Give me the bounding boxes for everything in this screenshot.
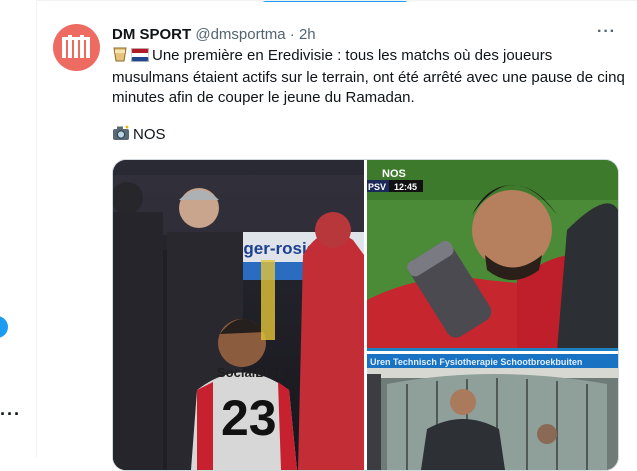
tweet-time[interactable]: 2h xyxy=(299,26,316,43)
camera-flash-emoji-icon xyxy=(112,125,130,147)
left-sidebar-edge: ··· xyxy=(0,0,37,457)
scoreboard-clock-text: 12:45 xyxy=(394,182,417,192)
photo-bench: Uren Technisch Fysiotherapie Schootbroek… xyxy=(367,354,618,470)
account-avatar-edge[interactable] xyxy=(0,316,8,338)
drink-emoji-icon xyxy=(112,46,128,68)
author-avatar[interactable] xyxy=(53,24,100,71)
tweet[interactable]: DM SPORT @dmsportma · 2h ··· Une premièr… xyxy=(37,0,637,471)
tweet-header: DM SPORT @dmsportma · 2h xyxy=(112,25,316,45)
media-image-player-drinking[interactable]: NOS PSV 12:45 xyxy=(367,160,618,351)
bench-banner-text: Uren Technisch Fysiotherapie Schootbroek… xyxy=(370,357,582,367)
tweet-text: Une première en Eredivisie : tous les ma… xyxy=(112,46,632,108)
media-grid: nger-rosie SocialBlox 23 NOS PSV 12:45 U… xyxy=(112,159,619,471)
account-more-icon[interactable]: ··· xyxy=(0,405,21,423)
photo-player-walking: nger-rosie SocialBlox 23 xyxy=(113,160,364,470)
separator-dot: · xyxy=(289,26,295,43)
media-image-bench[interactable]: Uren Technisch Fysiotherapie Schootbroek… xyxy=(367,354,618,470)
tweet-source-line: NOS xyxy=(112,125,166,147)
tweet-body: Une première en Eredivisie : tous les ma… xyxy=(112,47,625,106)
photo-player-drinking: NOS PSV 12:45 xyxy=(367,160,618,351)
media-image-player-walking[interactable]: nger-rosie SocialBlox 23 xyxy=(113,160,364,470)
scoreboard-team-text: PSV xyxy=(368,182,386,192)
author-name[interactable]: DM SPORT xyxy=(112,26,191,43)
shirt-number-text: 23 xyxy=(221,390,277,446)
netherlands-flag-icon xyxy=(131,48,149,68)
source-label: NOS xyxy=(133,126,166,143)
broadcaster-logo-text: NOS xyxy=(382,168,406,180)
dm-logo-icon xyxy=(62,35,90,58)
more-options-icon[interactable]: ··· xyxy=(597,23,616,41)
shirt-sponsor-text: SocialBlox xyxy=(217,365,284,380)
author-handle[interactable]: @dmsportma xyxy=(195,26,285,43)
